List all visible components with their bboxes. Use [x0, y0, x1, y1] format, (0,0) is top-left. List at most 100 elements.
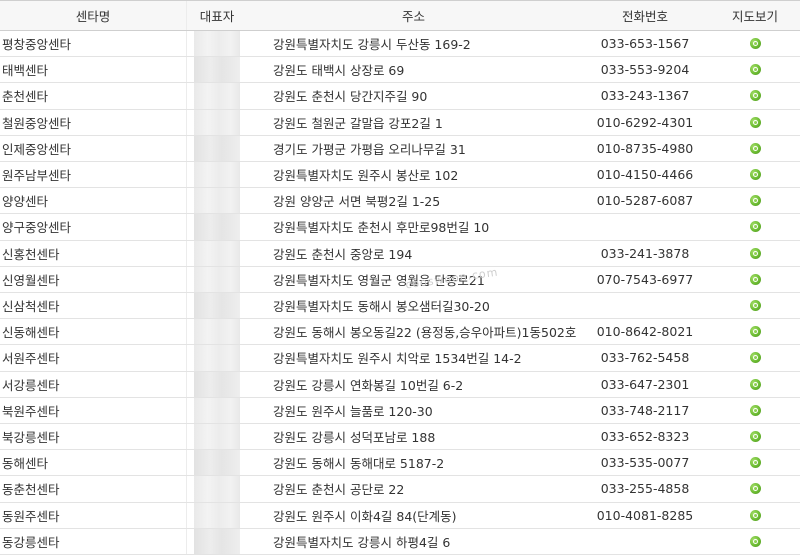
- map-marker-icon[interactable]: [749, 273, 761, 285]
- map-view-cell: [710, 293, 800, 318]
- table-row: 신영월센타 강원특별자치도 영월군 영월읍 단종로21 070-7543-6977: [0, 266, 800, 293]
- map-view-cell: [710, 241, 800, 266]
- center-phone: 033-535-0077: [600, 455, 690, 471]
- map-marker-icon[interactable]: [749, 326, 761, 338]
- map-view-cell: [710, 162, 800, 187]
- center-phone: 010-5287-6087: [596, 193, 694, 209]
- redacted-block: [194, 502, 240, 528]
- map-view-cell: [710, 267, 800, 292]
- table-row: 동춘천센타 강원도 춘천시 공단로 22 033-255-4858: [0, 476, 800, 503]
- center-phone: [580, 293, 710, 318]
- map-marker-icon[interactable]: [749, 509, 761, 521]
- map-marker-icon[interactable]: [749, 90, 761, 102]
- redacted-block: [194, 319, 240, 345]
- center-name: 서원주센타: [0, 345, 187, 371]
- map-marker-icon[interactable]: [749, 431, 761, 443]
- representative-redacted: [187, 345, 247, 371]
- redacted-block: [194, 162, 240, 188]
- redacted-block: [194, 135, 240, 161]
- redacted-block: [194, 188, 240, 214]
- map-marker-icon[interactable]: [749, 38, 761, 50]
- table-row: 춘천센타 강원도 춘천시 당간지주길 90 033-243-1367: [0, 83, 800, 110]
- map-view-cell: [710, 345, 800, 370]
- map-marker-icon[interactable]: [749, 64, 761, 76]
- table-row: 인제중앙센타 경기도 가평군 가평읍 오리나무길 31 010-8735-4980: [0, 135, 800, 162]
- map-view-cell: [710, 57, 800, 82]
- representative-redacted: [187, 424, 247, 450]
- center-name: 서강릉센타: [0, 371, 187, 397]
- center-phone: 033-653-1567: [600, 36, 690, 52]
- table-row: 서원주센타 강원특별자치도 원주시 치악로 1534번길 14-2 033-762-…: [0, 345, 800, 372]
- redacted-block: [194, 57, 240, 83]
- map-marker-icon[interactable]: [749, 457, 761, 469]
- map-marker-icon[interactable]: [749, 378, 761, 390]
- center-address: 강원도 춘천시 공단로 22: [273, 482, 405, 498]
- center-phone: 033-652-8323: [600, 429, 690, 445]
- center-name: 춘천센타: [0, 83, 187, 109]
- representative-redacted: [187, 109, 247, 135]
- center-address: 강원도 춘천시 중앙로 194: [273, 246, 413, 262]
- center-name: 원주남부센타: [0, 162, 187, 188]
- center-phone: 033-748-2117: [600, 402, 690, 418]
- representative-redacted: [187, 502, 247, 528]
- table-row: 신동해센타 강원도 동해시 봉오동길22 (용정동,승우아파트)1동502호 010…: [0, 319, 800, 346]
- center-name: 신삼척센타: [0, 293, 187, 319]
- map-view-cell: [710, 319, 800, 344]
- map-marker-icon[interactable]: [749, 142, 761, 154]
- redacted-block: [194, 214, 240, 240]
- center-address: 강원도 춘천시 당간지주길 90: [273, 89, 428, 105]
- header-map: 지도보기: [731, 9, 778, 24]
- table-row: 원주남부센타 강원특별자치도 원주시 봉산로 102 010-4150-4466: [0, 162, 800, 189]
- map-marker-icon[interactable]: [749, 404, 761, 416]
- map-marker-icon[interactable]: [749, 247, 761, 259]
- redacted-block: [194, 528, 240, 554]
- redacted-block: [194, 240, 240, 266]
- redacted-block: [194, 266, 240, 292]
- header-address: 주소: [401, 9, 425, 24]
- map-marker-icon[interactable]: [749, 116, 761, 128]
- center-list-table: 센타명 대표자 주소 전화번호 지도보기 평창중앙센타 강원특별자치도 강릉시 두…: [0, 0, 800, 556]
- redacted-block: [194, 371, 240, 397]
- center-name: 북원주센타: [0, 397, 187, 423]
- center-phone: 070-7543-6977: [596, 271, 694, 287]
- map-marker-icon[interactable]: [749, 221, 761, 233]
- representative-redacted: [187, 476, 247, 502]
- center-phone: 033-647-2301: [600, 376, 690, 392]
- representative-redacted: [187, 397, 247, 423]
- redacted-block: [194, 83, 240, 109]
- map-marker-icon[interactable]: [749, 195, 761, 207]
- center-address: 강원도 강릉시 성덕포남로 188: [273, 430, 436, 446]
- map-marker-icon[interactable]: [749, 300, 761, 312]
- map-view-cell: [710, 136, 800, 161]
- center-address: 강원도 강릉시 연화봉길 10번길 6-2: [273, 377, 464, 393]
- header-representative: 대표자: [199, 9, 235, 24]
- center-phone: 033-255-4858: [600, 481, 690, 497]
- center-name: 양구중앙센타: [0, 214, 187, 240]
- map-view-cell: [710, 83, 800, 108]
- center-phone: 033-243-1367: [600, 88, 690, 104]
- redacted-block: [194, 397, 240, 423]
- map-marker-icon[interactable]: [749, 352, 761, 364]
- center-name: 철원중앙센타: [0, 109, 187, 135]
- map-view-cell: [710, 398, 800, 423]
- redacted-block: [194, 476, 240, 502]
- map-marker-icon[interactable]: [749, 169, 761, 181]
- map-marker-icon[interactable]: [749, 483, 761, 495]
- center-address: 강원특별자치도 동해시 봉오샘터길30-20: [273, 299, 490, 315]
- map-view-cell: [710, 214, 800, 239]
- table-row: 태백센타 강원도 태백시 상장로 69 033-553-9204: [0, 57, 800, 84]
- representative-redacted: [187, 240, 247, 266]
- center-address: 강원도 철원군 갈말읍 강포2길 1: [273, 115, 443, 131]
- header-name: 센타명: [0, 1, 187, 30]
- center-name: 신영월센타: [0, 266, 187, 292]
- map-marker-icon[interactable]: [749, 535, 761, 547]
- representative-redacted: [187, 162, 247, 188]
- redacted-block: [194, 31, 240, 57]
- center-name: 인제중앙센타: [0, 135, 187, 161]
- center-address: 강원특별자치도 원주시 치악로 1534번길 14-2: [273, 351, 522, 367]
- redacted-block: [194, 109, 240, 135]
- table-row: 동원주센타 강원도 원주시 이화4길 84(단계동) 010-4081-8285: [0, 502, 800, 529]
- center-address: 경기도 가평군 가평읍 오리나무길 31: [273, 141, 466, 157]
- map-view-cell: [710, 424, 800, 449]
- table-row: 서강릉센타 강원도 강릉시 연화봉길 10번길 6-2 033-647-2301: [0, 371, 800, 398]
